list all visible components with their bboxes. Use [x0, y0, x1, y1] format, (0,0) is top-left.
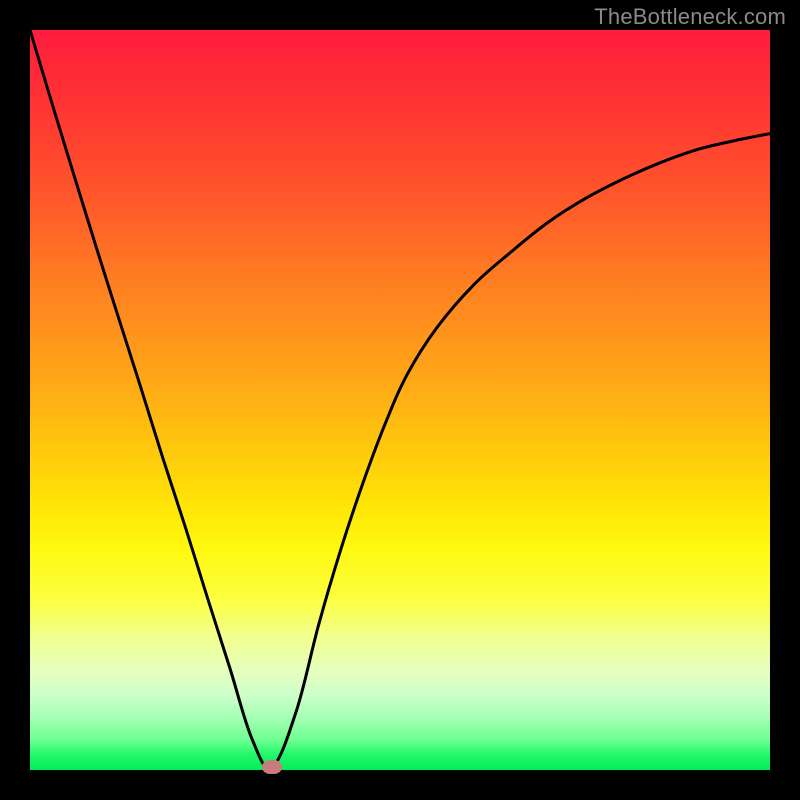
chart-container: TheBottleneck.com — [0, 0, 800, 800]
curve-svg — [30, 30, 770, 770]
plot-area — [30, 30, 770, 770]
attribution-text: TheBottleneck.com — [594, 4, 786, 30]
minimum-marker — [262, 760, 282, 774]
bottleneck-curve — [30, 30, 770, 768]
